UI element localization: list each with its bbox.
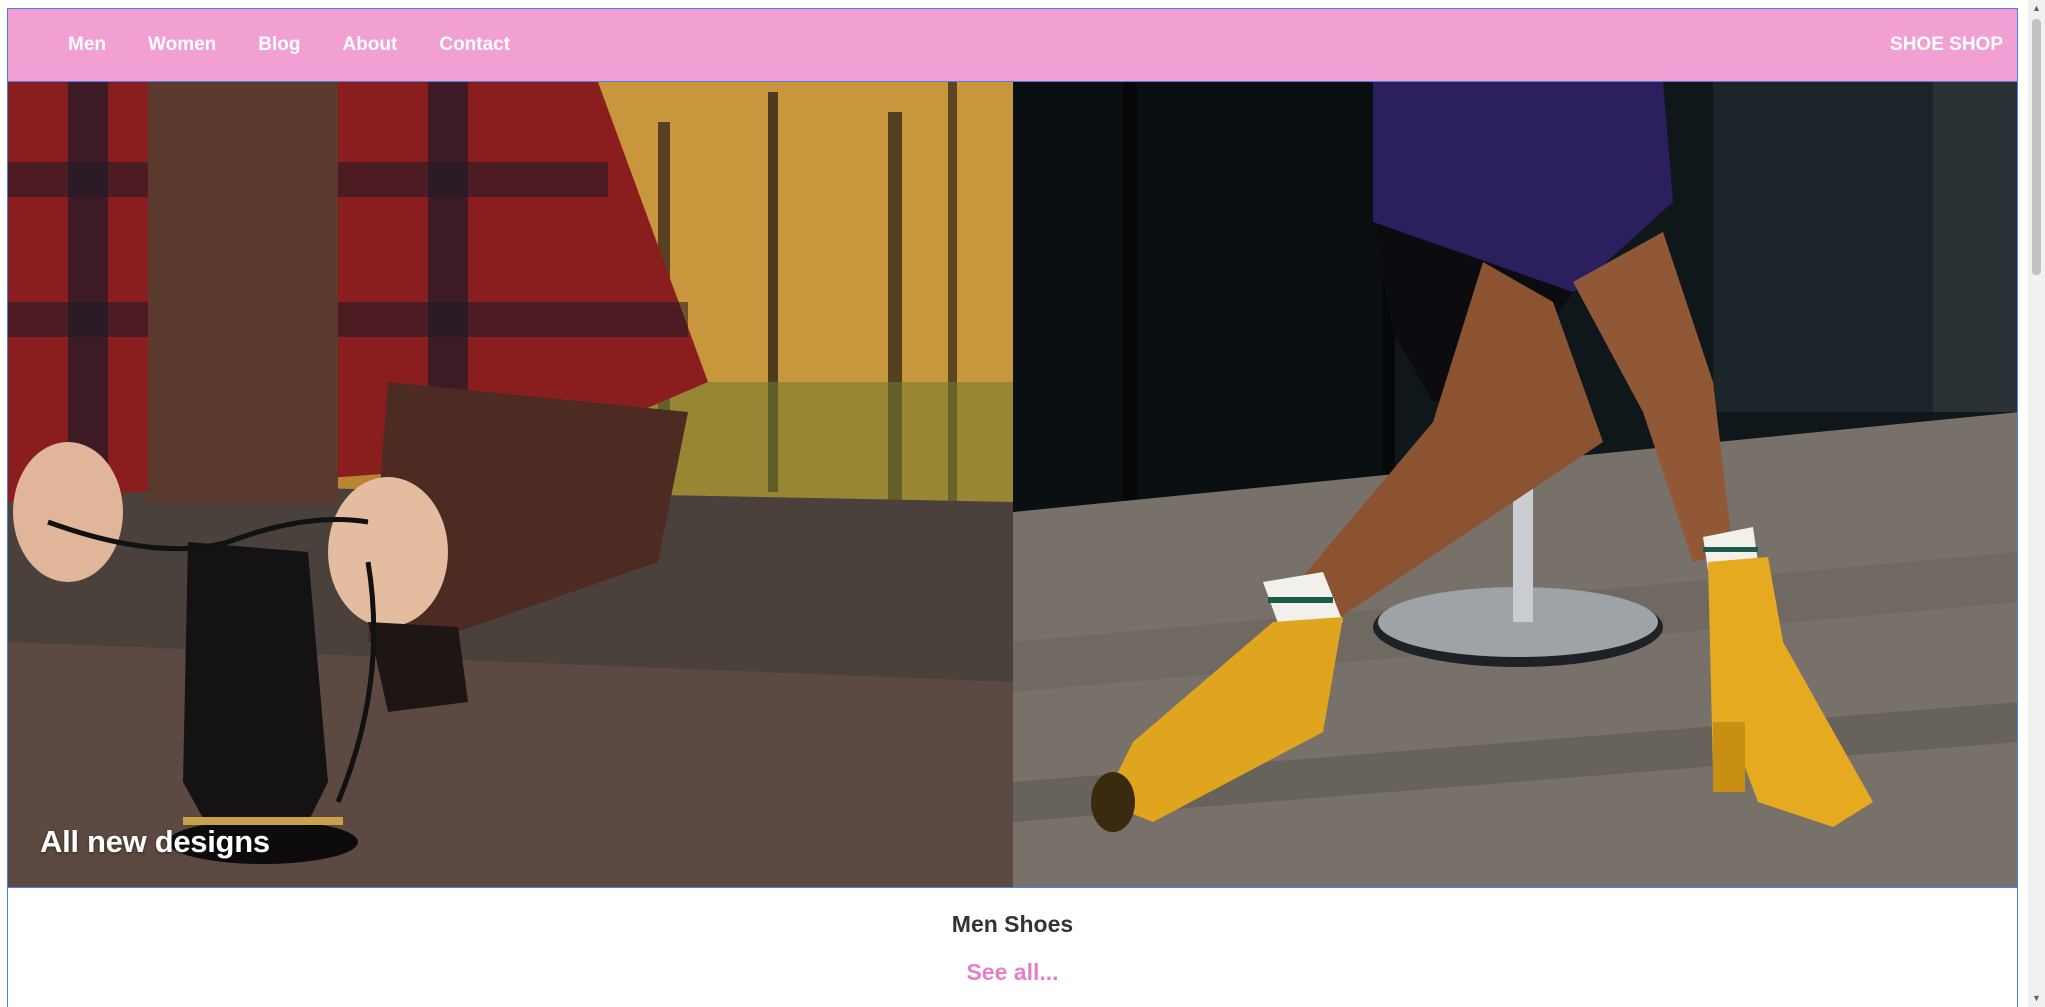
hero-caption: All new designs	[40, 824, 270, 859]
nav-link-men[interactable]: Men	[68, 34, 106, 56]
nav-link-about[interactable]: About	[342, 34, 397, 56]
nav-links: Men Women Blog About Contact	[68, 9, 552, 81]
nav-link-blog[interactable]: Blog	[258, 34, 300, 56]
chevron-up-icon[interactable]: ▲	[2028, 0, 2045, 17]
chevron-down-icon[interactable]: ▼	[2028, 990, 2045, 1007]
brand-logo[interactable]: SHOE SHOP	[1890, 9, 2003, 81]
top-navbar: Men Women Blog About Contact SHOE SHOP	[8, 9, 2017, 82]
page-frame: Men Women Blog About Contact SHOE SHOP A…	[7, 8, 2018, 1007]
hero-banner: All new designs	[8, 82, 2017, 888]
scrollbar-thumb[interactable]	[2032, 19, 2041, 275]
section-title: Men Shoes	[951, 911, 1074, 937]
hero-image-right	[1013, 82, 2017, 887]
nav-link-women[interactable]: Women	[148, 34, 216, 56]
see-all-link[interactable]: See all...	[8, 959, 2017, 986]
nav-link-contact[interactable]: Contact	[439, 34, 510, 56]
man-boot-photo-illustration	[8, 82, 1013, 887]
page-scrollbar[interactable]: ▲ ▼	[2028, 0, 2045, 1007]
hero-image-left: All new designs	[8, 82, 1013, 887]
woman-boots-photo-illustration	[1013, 82, 2017, 887]
